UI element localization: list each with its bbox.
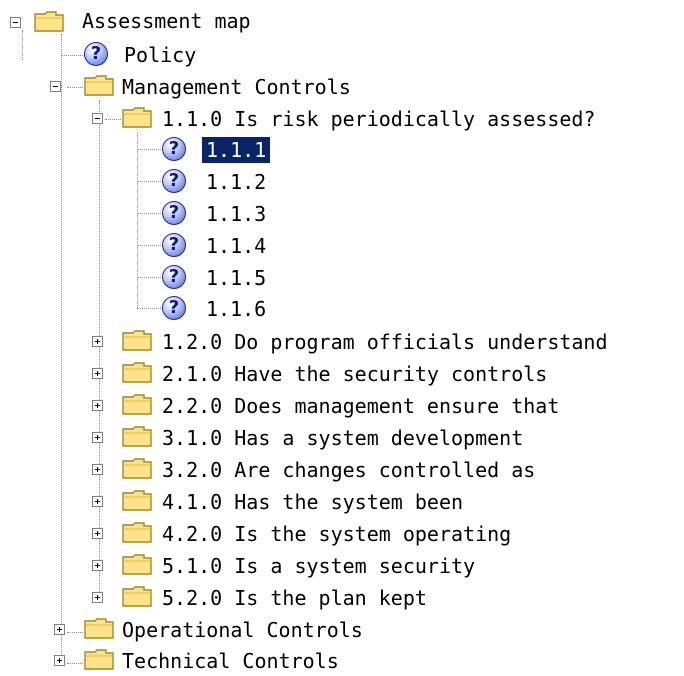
expand-toggle[interactable] bbox=[92, 432, 103, 443]
folder-icon bbox=[122, 522, 152, 543]
expand-toggle[interactable] bbox=[92, 592, 103, 603]
folder-icon bbox=[122, 458, 152, 479]
folder-icon bbox=[122, 394, 152, 415]
folder-icon bbox=[122, 107, 152, 128]
tree-line bbox=[137, 181, 161, 182]
collapse-toggle[interactable] bbox=[10, 17, 21, 28]
tree-node-label[interactable]: Assessment map bbox=[82, 8, 251, 34]
tree-node-label[interactable]: 2.1.0 Have the security controls bbox=[162, 361, 547, 387]
tree-node-label-selected[interactable]: 1.1.1 bbox=[202, 137, 271, 163]
tree-node-label[interactable]: 1.1.4 bbox=[206, 233, 266, 259]
tree-node-label[interactable]: Management Controls bbox=[122, 74, 351, 100]
tree-node-label[interactable]: 1.1.0 Is risk periodically assessed? bbox=[162, 106, 595, 132]
tree-line bbox=[137, 245, 161, 246]
folder-icon bbox=[122, 362, 152, 383]
tree-node-label[interactable]: Technical Controls bbox=[122, 648, 339, 674]
tree-node-label[interactable]: 1.1.3 bbox=[206, 201, 266, 227]
tree-line bbox=[137, 149, 161, 150]
collapse-toggle[interactable] bbox=[50, 81, 61, 92]
question-icon: ? bbox=[84, 42, 108, 66]
tree-line bbox=[61, 34, 62, 666]
expand-toggle[interactable] bbox=[92, 560, 103, 571]
tree-line bbox=[137, 308, 161, 309]
folder-icon bbox=[34, 11, 64, 32]
question-icon: ? bbox=[162, 201, 186, 225]
tree-line bbox=[67, 632, 83, 633]
tree-node-label[interactable]: 4.2.0 Is the system operating bbox=[162, 521, 511, 547]
tree-line bbox=[137, 213, 161, 214]
tree-line bbox=[137, 277, 161, 278]
question-icon: ? bbox=[162, 265, 186, 289]
tree-line bbox=[61, 55, 85, 56]
tree-line bbox=[67, 663, 83, 664]
tree-node-label[interactable]: 4.1.0 Has the system been bbox=[162, 489, 463, 515]
assessment-tree: Assessment map ? Policy Management Contr… bbox=[0, 0, 684, 673]
question-icon: ? bbox=[162, 233, 186, 257]
tree-node-label[interactable]: Operational Controls bbox=[122, 617, 363, 643]
question-icon: ? bbox=[162, 169, 186, 193]
tree-node-label[interactable]: 3.1.0 Has a system development bbox=[162, 425, 523, 451]
folder-icon bbox=[84, 618, 114, 639]
tree-node-label[interactable]: 5.1.0 Is a system security bbox=[162, 553, 475, 579]
folder-icon bbox=[84, 75, 114, 96]
expand-toggle[interactable] bbox=[92, 464, 103, 475]
tree-node-label[interactable]: 1.1.6 bbox=[206, 296, 266, 322]
tree-line bbox=[105, 119, 121, 120]
expand-toggle[interactable] bbox=[92, 368, 103, 379]
expand-toggle[interactable] bbox=[54, 655, 65, 666]
tree-node-label[interactable]: 1.1.2 bbox=[206, 169, 266, 195]
expand-toggle[interactable] bbox=[92, 528, 103, 539]
tree-line bbox=[22, 30, 23, 60]
tree-node-label[interactable]: 3.2.0 Are changes controlled as bbox=[162, 457, 535, 483]
tree-node-label[interactable]: 1.2.0 Do program officials understand bbox=[162, 329, 608, 355]
collapse-toggle[interactable] bbox=[92, 113, 103, 124]
expand-toggle[interactable] bbox=[92, 336, 103, 347]
folder-icon bbox=[122, 490, 152, 511]
folder-icon bbox=[122, 554, 152, 575]
tree-line bbox=[67, 87, 83, 88]
tree-line bbox=[99, 100, 100, 600]
folder-icon bbox=[122, 586, 152, 607]
tree-node-label[interactable]: 2.2.0 Does management ensure that bbox=[162, 393, 559, 419]
folder-icon bbox=[122, 426, 152, 447]
expand-toggle[interactable] bbox=[92, 400, 103, 411]
tree-node-label[interactable]: Policy bbox=[124, 42, 196, 68]
folder-icon bbox=[122, 330, 152, 351]
tree-line bbox=[137, 133, 138, 308]
question-icon: ? bbox=[162, 137, 186, 161]
tree-node-label[interactable]: 1.1.5 bbox=[206, 265, 266, 291]
expand-toggle[interactable] bbox=[92, 496, 103, 507]
folder-icon bbox=[84, 649, 114, 670]
expand-toggle[interactable] bbox=[54, 624, 65, 635]
question-icon: ? bbox=[162, 296, 186, 320]
tree-node-label[interactable]: 5.2.0 Is the plan kept bbox=[162, 585, 427, 611]
